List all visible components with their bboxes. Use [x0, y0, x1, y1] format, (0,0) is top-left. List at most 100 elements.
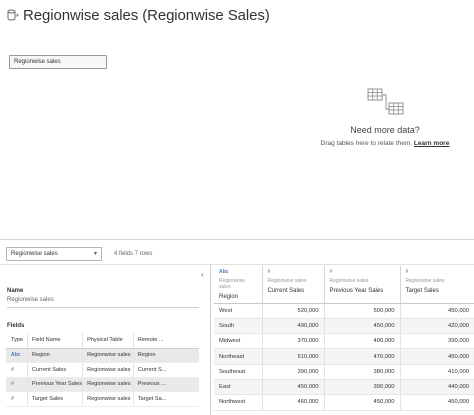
column-header-type[interactable]: Type [6, 333, 28, 349]
column-header-field-name[interactable]: Field Name [26, 333, 83, 349]
table-row: West 520,000 500,000 450,000 [214, 303, 474, 319]
relate-tables-icon [300, 88, 470, 118]
column-source: Regionwise sales [219, 278, 245, 290]
grid-column-header-current-sales[interactable]: # Regionwise sales Current Sales [261, 266, 324, 304]
remote-field: Current S... [132, 362, 199, 378]
physical-table: Regionwise sales [82, 391, 134, 407]
number-type-icon[interactable]: # [11, 396, 14, 402]
pane-splitter[interactable] [210, 265, 211, 415]
number-type-icon[interactable]: # [268, 269, 320, 276]
cell-current-sales[interactable]: 520,000 [261, 303, 324, 319]
need-more-data-panel: Need more data? Drag tables here to rela… [300, 88, 470, 147]
grid-column-header-target-sales[interactable]: # Regionwise sales Target Sales [399, 266, 474, 304]
cell-target-sales[interactable]: 390,000 [399, 333, 474, 350]
remote-field: Region [132, 348, 199, 363]
cell-target-sales[interactable]: 450,000 [399, 303, 474, 319]
physical-table: Regionwise sales [82, 348, 134, 363]
cell-region[interactable]: Southeast [214, 364, 262, 380]
column-source: Regionwise sales [267, 278, 307, 284]
need-more-data-text: Drag tables here to relate them. [320, 140, 413, 147]
table-row: Northwest 460,000 450,000 450,000 [214, 394, 474, 411]
table-select-value: Regionwise sales [11, 251, 58, 257]
cell-previous-year-sales[interactable]: 380,000 [323, 364, 400, 380]
string-type-icon[interactable]: Abc [11, 352, 20, 358]
field-name: Previous Year Sales [26, 377, 83, 392]
cell-previous-year-sales[interactable]: 390,000 [323, 379, 400, 396]
cell-region[interactable]: West [214, 303, 262, 319]
field-row[interactable]: # Current Sales Regionwise sales Current… [6, 362, 199, 378]
cell-previous-year-sales[interactable]: 450,000 [323, 318, 400, 335]
string-type-icon[interactable]: Abc [219, 269, 258, 276]
cell-current-sales[interactable]: 370,000 [261, 333, 324, 350]
grid-column-header-region[interactable]: Abc Regionwise sales Region [214, 266, 262, 304]
data-pane-toolbar: Regionwise sales ▾ 4 fields 7 rows [0, 244, 474, 264]
name-underline [7, 307, 199, 308]
name-value[interactable]: Regionwise sales [7, 297, 54, 303]
field-name: Region [26, 348, 83, 363]
cell-previous-year-sales[interactable]: 450,000 [323, 394, 400, 411]
physical-table: Regionwise sales [82, 377, 134, 392]
remote-field: Previous ... [132, 377, 199, 392]
number-type-icon[interactable]: # [330, 269, 396, 276]
column-name: Previous Year Sales [329, 288, 384, 294]
cell-target-sales[interactable]: 450,000 [399, 348, 474, 365]
column-header-remote[interactable]: Remote ... [132, 333, 199, 349]
table-select-dropdown[interactable]: Regionwise sales ▾ [6, 247, 102, 261]
table-row: South 490,000 450,000 420,000 [214, 318, 474, 335]
cell-current-sales[interactable]: 510,000 [261, 348, 324, 365]
cell-region[interactable]: Northeast [214, 348, 262, 365]
column-source: Regionwise sales [329, 278, 369, 284]
fields-table: Type Field Name Physical Table Remote ..… [6, 333, 199, 407]
field-row[interactable]: # Previous Year Sales Regionwise sales P… [6, 377, 199, 392]
cell-target-sales[interactable]: 420,000 [399, 318, 474, 335]
fields-rows-summary: 4 fields 7 rows [114, 251, 153, 257]
table-row: Southeast 390,000 380,000 410,000 [214, 364, 474, 380]
cell-target-sales[interactable]: 440,000 [399, 379, 474, 396]
cell-region[interactable]: Northwest [214, 394, 262, 411]
physical-table: Regionwise sales [82, 362, 134, 378]
column-name: Target Sales [405, 288, 439, 294]
column-name: Region [219, 294, 239, 300]
grid-column-header-previous-year-sales[interactable]: # Regionwise sales Previous Year Sales [323, 266, 400, 304]
collapse-pane-icon[interactable]: ‹ [201, 270, 204, 279]
number-type-icon[interactable]: # [11, 381, 14, 387]
column-header-physical-table[interactable]: Physical Table [82, 333, 134, 349]
data-grid-header: Abc Regionwise sales Region # Regionwise… [214, 266, 474, 304]
data-grid: Abc Regionwise sales Region # Regionwise… [214, 266, 474, 411]
number-type-icon[interactable]: # [11, 367, 14, 373]
column-source: Regionwise sales [405, 278, 445, 284]
table-row: East 450,000 390,000 440,000 [214, 379, 474, 396]
column-name: Current Sales [267, 288, 305, 294]
fields-label: Fields [7, 323, 25, 329]
page-title[interactable]: Regionwise sales (Regionwise Sales) [23, 7, 270, 24]
learn-more-link[interactable]: Learn more [414, 140, 449, 147]
table-row: Northeast 510,000 470,000 450,000 [214, 348, 474, 365]
table-row: Midwest 370,000 400,000 390,000 [214, 333, 474, 350]
cell-current-sales[interactable]: 390,000 [261, 364, 324, 380]
field-name: Target Sales [26, 391, 83, 407]
cell-region[interactable]: East [214, 379, 262, 396]
remote-field: Target Sa... [132, 391, 199, 407]
need-more-data-title: Need more data? [350, 125, 420, 135]
cell-current-sales[interactable]: 460,000 [261, 394, 324, 411]
need-more-data-subtitle: Drag tables here to relate them. Learn m… [300, 140, 470, 147]
canvas-divider[interactable] [0, 239, 474, 240]
datasource-cylinder-icon [6, 7, 20, 23]
cell-current-sales[interactable]: 490,000 [261, 318, 324, 335]
cell-previous-year-sales[interactable]: 400,000 [323, 333, 400, 350]
cell-current-sales[interactable]: 450,000 [261, 379, 324, 396]
cell-region[interactable]: Midwest [214, 333, 262, 350]
cell-previous-year-sales[interactable]: 470,000 [323, 348, 400, 365]
fields-table-header: Type Field Name Physical Table Remote ..… [6, 333, 199, 349]
cell-region[interactable]: South [214, 318, 262, 335]
table-pill-regionwise-sales[interactable]: Regionwise sales [9, 55, 107, 69]
field-row[interactable]: # Target Sales Regionwise sales Target S… [6, 391, 199, 407]
field-row[interactable]: Abc Region Regionwise sales Region [6, 348, 199, 363]
cell-target-sales[interactable]: 450,000 [399, 394, 474, 411]
datasource-header: Regionwise sales (Regionwise Sales) [6, 4, 270, 26]
number-type-icon[interactable]: # [406, 269, 471, 276]
name-label: Name [7, 288, 24, 294]
cell-previous-year-sales[interactable]: 500,000 [323, 303, 400, 319]
cell-target-sales[interactable]: 410,000 [399, 364, 474, 380]
chevron-down-icon: ▾ [93, 251, 97, 257]
